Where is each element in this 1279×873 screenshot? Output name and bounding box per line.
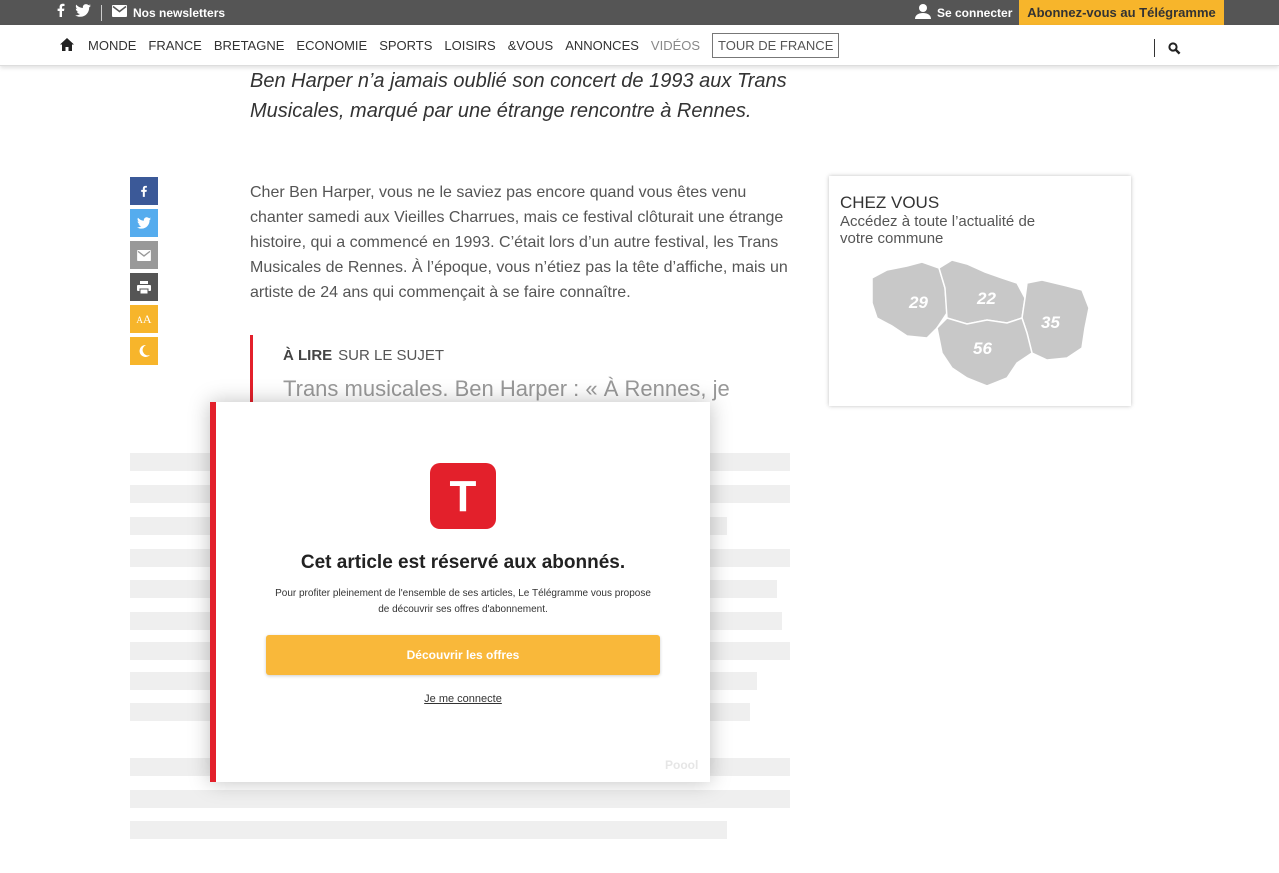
- text-placeholder: [130, 821, 727, 839]
- telegramme-logo: T: [430, 463, 496, 529]
- poool-logo: Poool: [665, 758, 699, 772]
- nav-item-monde[interactable]: Monde: [88, 38, 136, 53]
- share-twitter-button[interactable]: [130, 209, 158, 237]
- nav-item-annonces[interactable]: Annonces: [565, 38, 639, 53]
- moon-icon: [139, 344, 150, 357]
- share-email-button[interactable]: [130, 241, 158, 269]
- department-label-29: 29: [908, 293, 928, 312]
- login-label: Se connecter: [937, 5, 1013, 20]
- login-link[interactable]: Je me connecte: [216, 693, 710, 705]
- print-button[interactable]: [130, 273, 158, 301]
- nav-menu: Monde France Bretagne Economie Sports Lo…: [88, 25, 840, 66]
- paywall-modal: T Cet article est réservé aux abonnés. P…: [210, 402, 710, 782]
- nav-item-loisirs[interactable]: Loisirs: [444, 38, 495, 53]
- nav-item-videos[interactable]: Vidéos: [651, 38, 700, 53]
- mail-icon: [112, 5, 127, 20]
- related-article-title[interactable]: Trans musicales. Ben Harper : « À Rennes…: [283, 376, 795, 402]
- nav-item-vous[interactable]: &Vous: [508, 38, 554, 53]
- divider: [1154, 39, 1155, 57]
- newsletters-label: Nos newsletters: [133, 5, 226, 20]
- facebook-icon: [141, 185, 147, 197]
- mail-icon: [137, 249, 151, 261]
- print-icon: [137, 280, 151, 294]
- social-links: Nos newsletters: [55, 0, 225, 25]
- search-icon[interactable]: [1168, 42, 1181, 60]
- paywall-text: Pour profiter pleinement de l'ensemble d…: [275, 588, 651, 615]
- nav-item-economie[interactable]: Economie: [296, 38, 367, 53]
- related-label-rest: SUR LE SUJET: [338, 347, 445, 364]
- department-label-22: 22: [976, 289, 996, 308]
- text-placeholder: [130, 790, 790, 808]
- nav-item-france[interactable]: France: [148, 38, 201, 53]
- related-article-block[interactable]: À LIRE SUR LE SUJET Trans musicales. Ben …: [250, 335, 795, 410]
- article-lead: Ben Harper n’a jamais oublié son concert…: [250, 70, 787, 122]
- nav-item-sports[interactable]: Sports: [379, 38, 432, 53]
- related-label-bold: À LIRE: [283, 347, 333, 364]
- subscribe-button[interactable]: Abonnez-vous au Télégramme: [1019, 0, 1224, 25]
- font-size-icon: AA: [136, 311, 152, 326]
- nav-item-bretagne[interactable]: Bretagne: [214, 38, 285, 53]
- related-label: À LIRE SUR LE SUJET: [283, 347, 795, 364]
- paywall-title: Cet article est réservé aux abonnés.: [300, 552, 626, 573]
- chez-vous-subtitle: Accédez à toute l’actualité de votre com…: [840, 213, 1036, 247]
- divider: [101, 4, 102, 21]
- brittany-map[interactable]: 29 22 35 56: [867, 258, 1092, 388]
- discover-offers-button[interactable]: Découvrir les offres: [266, 635, 660, 675]
- chez-vous-widget[interactable]: CHEZ VOUS Accédez à toute l’actualité de…: [829, 176, 1131, 406]
- twitter-icon[interactable]: [75, 3, 91, 22]
- twitter-icon: [137, 217, 151, 229]
- newsletters-link[interactable]: Nos newsletters: [112, 5, 225, 20]
- department-label-35: 35: [1041, 313, 1060, 332]
- home-icon[interactable]: [60, 38, 74, 56]
- share-bar: AA: [130, 177, 158, 369]
- login-link[interactable]: Se connecter: [915, 0, 1012, 25]
- article-paragraph: Cher Ben Harper, vous ne le saviez pas e…: [250, 184, 788, 301]
- night-mode-button[interactable]: [130, 337, 158, 365]
- font-size-button[interactable]: AA: [130, 305, 158, 333]
- nav-item-tour-de-france[interactable]: Tour de France: [712, 33, 840, 58]
- logo-letter: T: [450, 472, 477, 521]
- main-nav: Monde France Bretagne Economie Sports Lo…: [0, 25, 1279, 66]
- user-icon: [915, 3, 931, 22]
- share-facebook-button[interactable]: [130, 177, 158, 205]
- chez-vous-title: CHEZ VOUS: [840, 193, 940, 212]
- department-label-56: 56: [973, 339, 992, 358]
- top-bar: Nos newsletters Se connecter Abonnez-vou…: [0, 0, 1279, 25]
- facebook-icon[interactable]: [55, 3, 67, 22]
